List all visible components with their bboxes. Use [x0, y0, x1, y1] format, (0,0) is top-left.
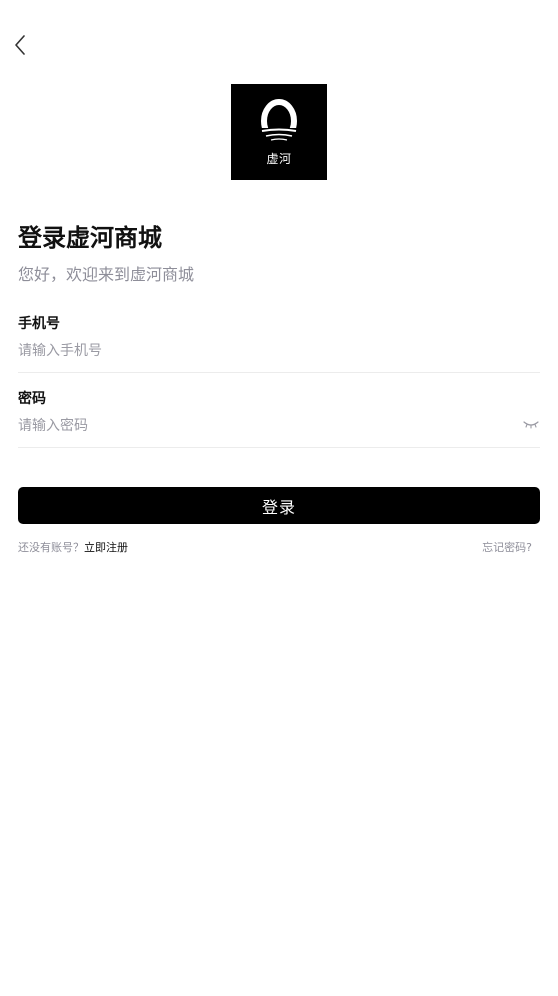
- password-visibility-toggle[interactable]: [522, 419, 540, 431]
- register-link[interactable]: 立即注册: [84, 541, 128, 554]
- phone-divider: [18, 372, 540, 373]
- eye-closed-icon: [522, 419, 540, 431]
- back-button[interactable]: [10, 33, 30, 57]
- forgot-password-link[interactable]: 忘记密码?: [482, 539, 532, 555]
- phone-label: 手机号: [18, 316, 60, 332]
- password-label: 密码: [18, 391, 46, 407]
- app-logo: 虚河: [231, 84, 327, 180]
- register-prompt: 还没有账号？立即注册: [18, 539, 128, 555]
- page-title: 登录虚河商城: [18, 224, 162, 252]
- chevron-left-icon: [14, 35, 26, 55]
- password-input[interactable]: [18, 412, 508, 440]
- password-divider: [18, 447, 540, 448]
- login-button[interactable]: 登录: [18, 487, 540, 524]
- phone-input[interactable]: [18, 337, 518, 365]
- register-prompt-text: 还没有账号？: [18, 541, 84, 554]
- page-subtitle: 您好，欢迎来到虚河商城: [18, 265, 195, 284]
- logo-caption: 虚河: [266, 152, 292, 166]
